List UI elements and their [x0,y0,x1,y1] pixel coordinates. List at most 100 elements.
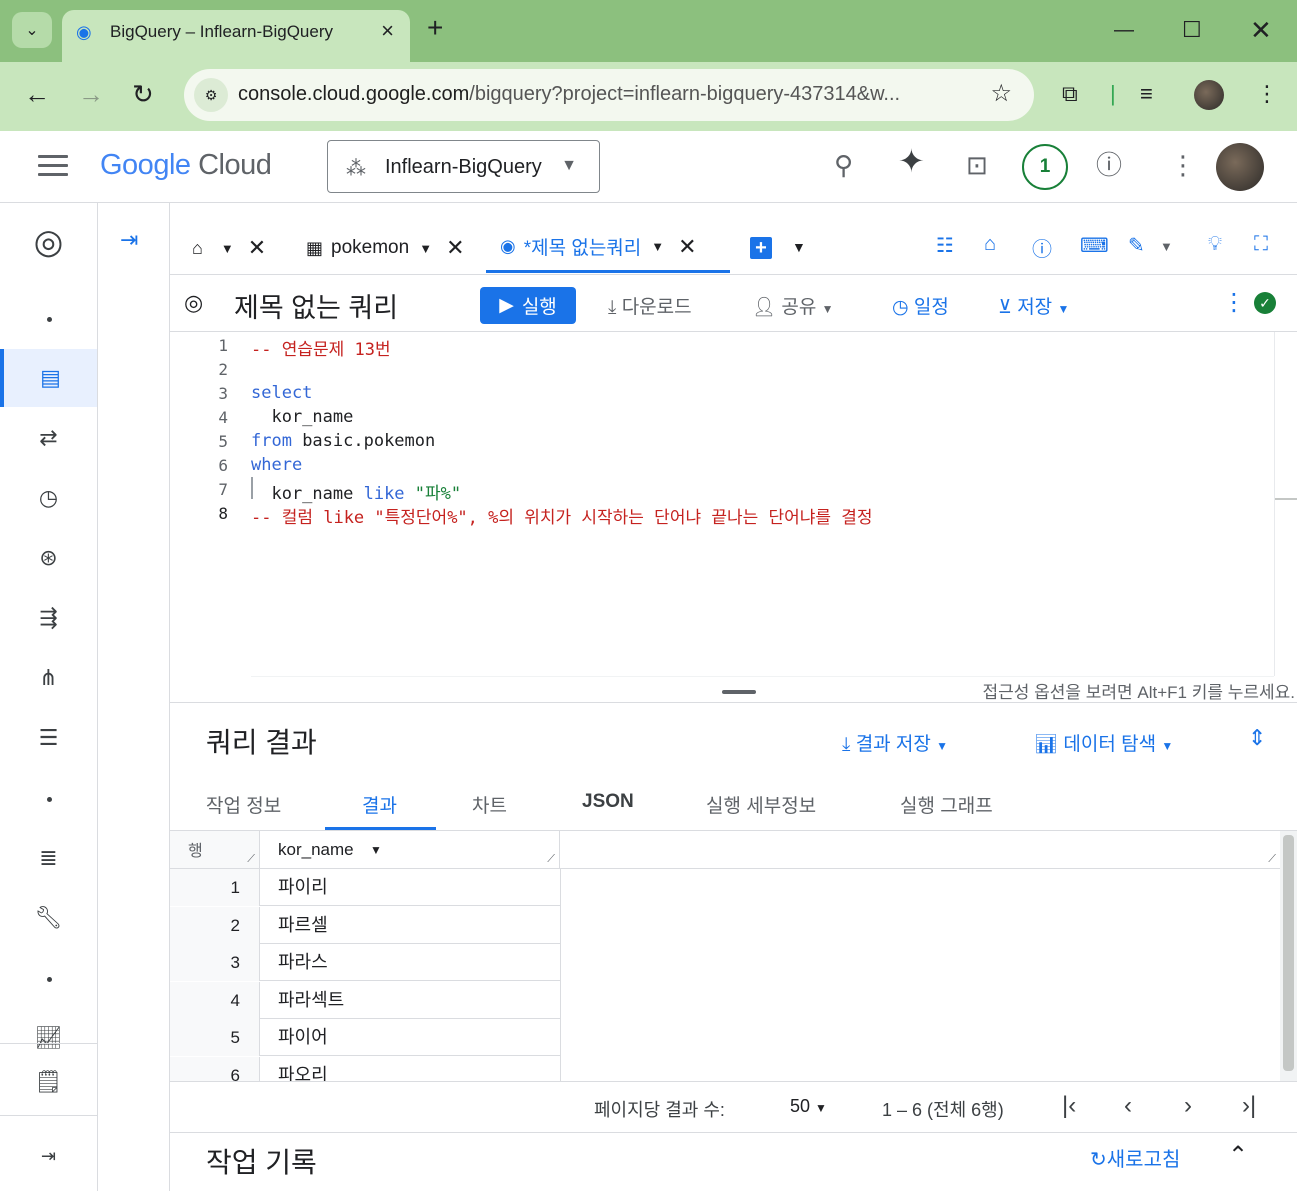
minimize-icon[interactable]: — [1114,16,1134,44]
per-page-select[interactable]: 50 ▼ [790,1096,827,1117]
tab-results[interactable]: 결과 [362,791,397,818]
dataflow-icon[interactable]: ⇶ [0,589,97,647]
project-selector[interactable]: ⁂ Inflearn-BigQuery ▼ [327,140,600,193]
sort-caret-icon[interactable]: ▼ [370,843,382,857]
bookmark-star-icon[interactable]: ☆ [990,79,1012,108]
media-control-icon[interactable]: ≡ [1140,80,1153,108]
magic-pen-icon[interactable]: ✎ [1128,233,1145,258]
share-label: 공유 [781,297,817,318]
help-icon[interactable]: ⓘ [1096,149,1122,181]
menu-kebab-icon[interactable]: ⋮ [1256,80,1278,108]
run-button[interactable]: ▶ 실행 [480,287,576,324]
studio-icon[interactable]: ▤ [0,349,97,407]
refresh-button[interactable]: ↻새로고침 [1090,1143,1180,1172]
forward-icon[interactable]: → [78,80,104,108]
first-page-icon[interactable]: |‹ [1062,1094,1076,1118]
next-page-icon[interactable]: › [1184,1094,1192,1118]
back-icon[interactable]: ← [24,80,50,108]
tab-json[interactable]: JSON [582,791,634,813]
close-icon[interactable]: ✕ [446,235,464,261]
keyboard-icon[interactable]: ⌨ [1080,233,1109,258]
caret-down-icon[interactable]: ▼ [221,241,234,256]
release-notes-icon[interactable]: 🗒︎ [0,1053,97,1111]
tab-home[interactable]: ⌂ ▼ ✕ [192,223,266,273]
scheduled-queries-icon[interactable]: ◷ [0,469,97,527]
results-scrollbar[interactable] [1280,831,1297,1081]
tab-chart[interactable]: 차트 [472,791,507,818]
query-title[interactable]: 제목 없는 쿼리 [234,286,398,325]
tab-untitled-query[interactable]: ◉ *제목 없는쿼리 ▼ ✕ [486,223,730,273]
analytics-hub-icon[interactable]: ⊛ [0,529,97,587]
schedule-button[interactable]: ◷ 일정 [892,292,949,319]
editor-resize-handle[interactable] [722,690,756,694]
resize-handle-icon[interactable]: ⟋ [1268,853,1276,866]
main-menu-icon[interactable] [38,155,68,182]
data-transfer-icon[interactable]: ⇄ [0,409,97,467]
notification-badge[interactable]: 1 [1022,144,1068,190]
column-header-kor-name[interactable]: kor_name ▼ ⟋ [260,831,560,869]
expand-explorer-icon[interactable]: ⇥ [120,227,138,253]
address-bar[interactable]: ⚙ console.cloud.google.com/bigquery?proj… [184,69,1034,121]
expand-collapse-icon[interactable]: ⇕ [1248,725,1266,751]
list-view-icon[interactable]: ☷ [936,233,954,258]
table-row[interactable]: 1 파이리 [170,869,560,906]
resize-handle-icon[interactable]: ⟋ [247,853,255,866]
job-explorer-icon[interactable]: ☰ [0,709,97,767]
tab-execution-details[interactable]: 실행 세부정보 [706,791,816,818]
chevron-up-icon[interactable]: ⌃ [1228,1141,1248,1170]
table-row[interactable]: 5 파이어 [170,1019,560,1056]
tab-pokemon[interactable]: ▦ pokemon ▼ ✕ [306,223,465,273]
cloud-shell-icon[interactable]: ⊡ [966,149,988,181]
profile-avatar[interactable] [1194,80,1224,110]
tab-job-info[interactable]: 작업 정보 [206,791,281,818]
reload-icon[interactable]: ↻ [132,80,154,108]
tab-search-button[interactable]: ⌄ [12,12,52,48]
table-row[interactable]: 3 파라스 [170,944,560,981]
tab-execution-graph[interactable]: 실행 그래프 [900,791,993,818]
table-row[interactable]: 2 파르셀 [170,907,560,944]
sql-editor[interactable]: 1 2 3 4 5 6 7 8 -- 연습문제 13번 select kor_n… [170,332,1297,702]
expand-nav-icon[interactable]: ⇥ [0,1127,97,1185]
extensions-icon[interactable]: ⧉ [1062,80,1078,108]
table-row[interactable]: 6 파오리 [170,1057,560,1081]
last-page-icon[interactable]: ›| [1242,1094,1256,1118]
settings-kebab-icon[interactable]: ⋮ [1170,149,1196,181]
close-window-icon[interactable]: ✕ [1250,16,1272,44]
caret-down-icon[interactable]: ▼ [792,239,806,255]
save-results-button[interactable]: ⤓ 결과 저장 ▼ [842,729,948,756]
explore-data-button[interactable]: 📊︎ 데이터 탐색 ▼ [1034,729,1173,756]
site-info-icon[interactable]: ⚙ [194,78,228,112]
more-options-icon[interactable]: ⋮ [1222,288,1246,317]
editor-scrollbar[interactable] [1274,332,1297,676]
home-icon[interactable]: ⌂ [984,233,996,256]
caret-down-icon[interactable]: ▼ [419,241,432,256]
account-avatar[interactable] [1216,143,1264,191]
close-icon[interactable]: ✕ [248,235,266,261]
new-tab-button[interactable]: + [427,14,443,42]
lightbulb-icon[interactable]: 💡︎ [1208,233,1222,256]
caret-down-icon[interactable]: ▼ [1160,239,1173,254]
share-button[interactable]: 👤︎ 공유 ▼ [752,292,834,319]
add-tab-button[interactable]: + [750,237,772,259]
workflow-icon[interactable]: ⋔ [0,649,97,707]
gemini-spark-icon[interactable]: ✦ [898,145,925,177]
resize-handle-icon[interactable]: ⟋ [547,853,555,866]
wrench-icon[interactable]: 🔧︎ [0,889,97,947]
validation-check-icon[interactable]: ✓ [1254,292,1276,314]
caret-down-icon[interactable]: ▼ [651,239,664,254]
google-cloud-logo[interactable]: Google Cloud [100,149,272,182]
table-row[interactable]: 4 파라섹트 [170,982,560,1019]
previous-page-icon[interactable]: ‹ [1124,1094,1132,1118]
bigquery-logo-icon[interactable]: ◎ [0,211,97,273]
close-tab-icon[interactable]: × [381,18,394,44]
save-button[interactable]: ⊻ 저장 ▼ [998,292,1069,319]
close-icon[interactable]: ✕ [678,234,696,260]
download-button[interactable]: ⤓ 다운로드 [608,292,692,319]
divider [0,1043,97,1044]
fullscreen-icon[interactable]: ⛶ [1254,233,1268,256]
browser-tab-active[interactable]: ◉ BigQuery – Inflearn-BigQuery × [62,10,410,62]
info-icon[interactable]: ⓘ [1032,233,1052,262]
maximize-icon[interactable]: ☐ [1182,16,1202,44]
list-icon[interactable]: ≣ [0,829,97,887]
search-icon[interactable]: ⚲ [834,149,853,181]
